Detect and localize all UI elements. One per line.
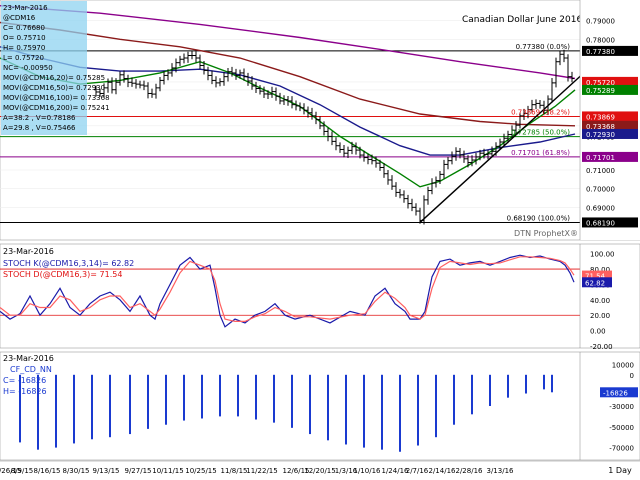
info-line-nc-0-00950: NC= -0.00950 bbox=[3, 64, 53, 72]
value-tag-text-0-72930: 0.72930 bbox=[586, 131, 615, 139]
value-tag-text-0-77380: 0.77380 bbox=[586, 48, 615, 56]
info-line-mov-cdm16-50-0-72930: MOV(@CDM16,50)= 0.72930 bbox=[3, 84, 105, 92]
value-tag-text-0-68190: 0.68190 bbox=[586, 219, 615, 227]
info-line-mov-cdm16-20-0-75285: MOV(@CDM16,20)= 0.75285 bbox=[3, 74, 105, 82]
info-line-h-0-75970: H= 0.75970 bbox=[3, 44, 45, 52]
cot-panel-bg bbox=[0, 351, 640, 461]
info-line-cdm16: @CDM16 bbox=[3, 14, 36, 22]
value-tag-text-0-73869: 0.73869 bbox=[586, 113, 615, 121]
x-tick-11-22-15: 11/22/15 bbox=[246, 467, 277, 475]
main-price-axis: 0.790000.780000.727850.710000.700000.690… bbox=[579, 0, 640, 240]
stoch-tag-text-62-82: 62.82 bbox=[585, 279, 605, 287]
level-label-0-68190-100-0: 0.68190 (100.0%) bbox=[507, 214, 571, 222]
info-line-c-0-76680: C= 0.76680 bbox=[3, 24, 45, 32]
cot-tick-70000: -70000 bbox=[609, 445, 634, 453]
info-line-mov-cdm16-100-0-73368: MOV(@CDM16,100)= 0.73368 bbox=[3, 94, 110, 102]
info-line-a-29-8-v-0-75466: A=29.8 , V=0.75466 bbox=[3, 124, 76, 132]
cot-panel: 10000 0 -30000 -50000 -70000 -16826 23-Mar-20… bbox=[0, 351, 640, 461]
info-line-mov-cdm16-200-0-75241: MOV(@CDM16,200)= 0.75241 bbox=[3, 104, 110, 112]
x-tick-8-30-15: 8/30/15 bbox=[63, 467, 90, 475]
info-line-a-38-2-v-0-78186: A=38.2 , V=0.78186 bbox=[3, 114, 76, 122]
cot-high: H= -16826 bbox=[3, 387, 47, 396]
stoch-tick-20-00: 20.00 bbox=[590, 312, 610, 320]
stoch-k-legend: STOCH K(@CDM16,3,14)= 62.82 bbox=[3, 259, 134, 268]
y-tick-0-70000: 0.70000 bbox=[586, 186, 615, 194]
x-tick-8-16-15: 8/16/15 bbox=[34, 467, 61, 475]
x-tick-10-25-15: 10/25/15 bbox=[185, 467, 216, 475]
info-line-o-0-75710: O= 0.75710 bbox=[3, 34, 46, 42]
watermark: DTN ProphetX® bbox=[514, 229, 578, 238]
cot-series-name: CF_CD_NN bbox=[10, 365, 52, 374]
stoch-tick-100-00: 100.00 bbox=[590, 251, 615, 259]
stoch-tick-20-00: -20.00 bbox=[590, 343, 613, 351]
cot-date: 23-Mar-2016 bbox=[3, 354, 54, 363]
cot-close: C= -16826 bbox=[3, 376, 46, 385]
y-tick-0-78000: 0.78000 bbox=[586, 36, 615, 44]
x-tick-9-27-15: 9/27/15 bbox=[125, 467, 152, 475]
x-tick-9-13-15: 9/13/15 bbox=[93, 467, 120, 475]
x-tick-2-28-16: 2/28/16 bbox=[456, 467, 484, 475]
value-tag-text-0-75289: 0.75289 bbox=[586, 87, 615, 95]
x-tick-8-9-15: 8/9/15 bbox=[11, 467, 34, 475]
x-axis: 7/26/158/9/158/16/158/30/159/13/159/27/1… bbox=[0, 460, 640, 480]
cot-tag-text-16826: -16826 bbox=[603, 389, 628, 397]
level-label-0-77380-0-0: 0.77380 (0.0%) bbox=[516, 43, 571, 51]
x-tick-1-10-16: 1/10/16 bbox=[354, 467, 382, 475]
x-tick-12-20-15: 12/20/15 bbox=[304, 467, 335, 475]
period-label: 1 Day bbox=[608, 466, 632, 475]
stoch-date: 23-Mar-2016 bbox=[3, 247, 54, 256]
x-tick-11-8-15: 11/8/15 bbox=[221, 467, 248, 475]
x-tick-2-14-16: 2/14/16 bbox=[429, 467, 457, 475]
main-panel: 0.77380 (0.0%) 0.73869 (38.2%) 0.72785 (50… bbox=[0, 0, 640, 241]
cot-tick-30000: -30000 bbox=[609, 403, 634, 411]
cot-tick-50000: -50000 bbox=[609, 424, 634, 432]
y-tick-0-69000: 0.69000 bbox=[586, 204, 615, 212]
y-tick-0-79000: 0.79000 bbox=[586, 18, 615, 26]
stoch-d-legend: STOCH D(@CDM16,3)= 71.54 bbox=[3, 270, 122, 279]
stoch-panel: 100.0080.0060.0040.0020.000.00-20.0071.5… bbox=[0, 243, 640, 351]
stoch-tick-0-00: 0.00 bbox=[590, 328, 606, 336]
level-label-0-71701-61-8: 0.71701 (61.8%) bbox=[511, 149, 570, 157]
x-tick-10-11-15: 10/11/15 bbox=[152, 467, 183, 475]
level-label-0-73869-38-2: 0.73869 (38.2%) bbox=[511, 108, 570, 116]
chart-canvas: 0.77380 (0.0%) 0.73869 (38.2%) 0.72785 (50… bbox=[0, 0, 640, 480]
info-line-23-mar-2016: 23-Mar-2016 bbox=[3, 4, 48, 12]
level-label-0-72785-50-0: 0.72785 (50.0%) bbox=[511, 129, 570, 137]
info-line-l-0-75720: L= 0.75720 bbox=[3, 54, 44, 62]
value-tag-text-0-71701: 0.71701 bbox=[586, 154, 615, 162]
stoch-tick-40-00: 40.00 bbox=[590, 297, 610, 305]
y-tick-0-71000: 0.71000 bbox=[586, 167, 615, 175]
x-tick-3-13-16: 3/13/16 bbox=[487, 467, 515, 475]
x-tick-2-7-16: 2/7/16 bbox=[406, 467, 429, 475]
cot-tick-0: 0 bbox=[630, 372, 634, 380]
cot-tick-10000: 10000 bbox=[612, 361, 634, 369]
